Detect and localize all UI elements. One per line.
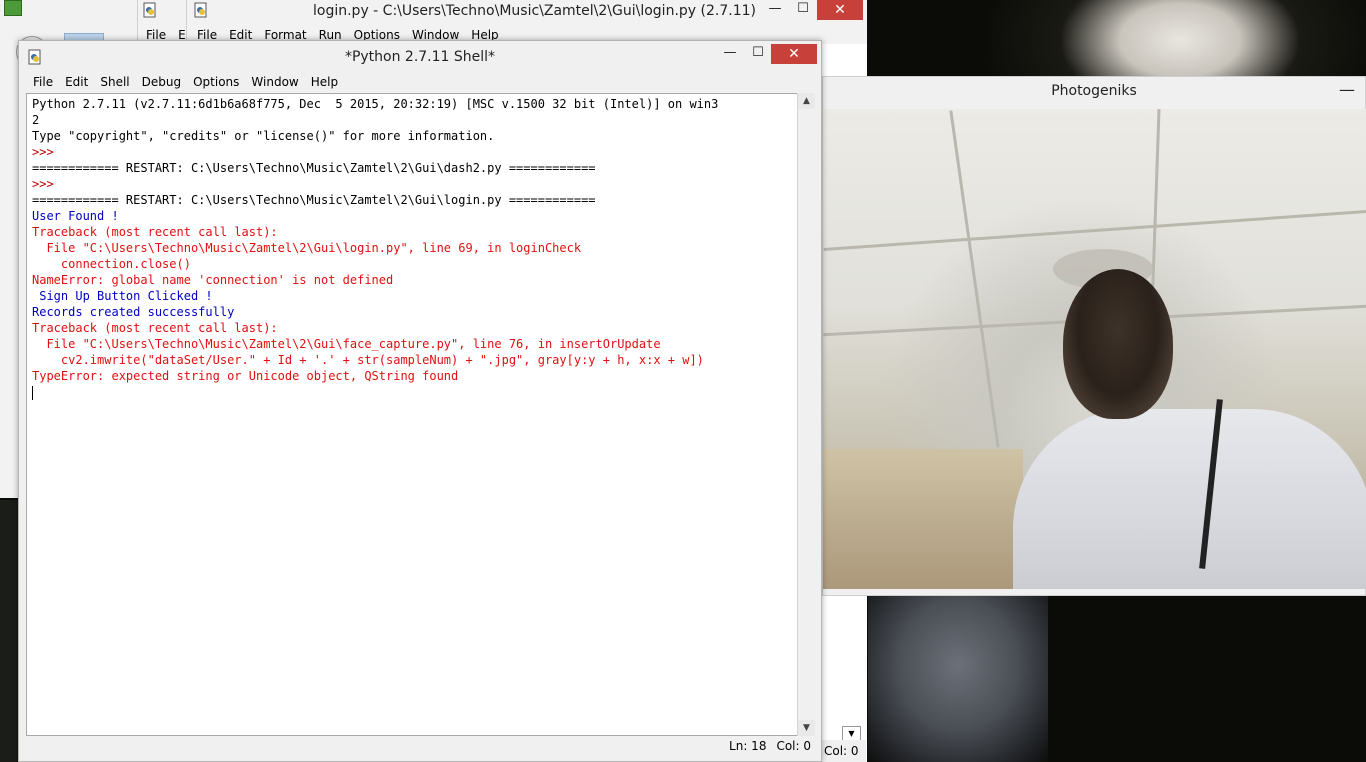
login-status-col: Col: 0 (822, 740, 866, 762)
camera-feed (823, 109, 1366, 589)
shell-line: Python 2.7.11 (v2.7.11:6d1b6a68f775, Dec… (32, 97, 719, 111)
login-window-title: login.py - C:\Users\Techno\Music\Zamtel\… (313, 3, 756, 19)
status-line: Ln: 18 (729, 739, 767, 753)
shell-line: TypeError: expected string or Unicode ob… (32, 369, 459, 383)
close-button[interactable]: ✕ (771, 44, 817, 64)
minimize-button[interactable]: — (1339, 80, 1355, 99)
shell-line: >>> (32, 177, 61, 191)
shell-line: cv2.imwrite("dataSet/User." + Id + '.' +… (32, 353, 704, 367)
shell-line: Traceback (most recent call last): (32, 225, 278, 239)
shell-input-line[interactable] (32, 384, 814, 400)
wall (823, 449, 1023, 589)
status-column: Col: 0 (776, 739, 811, 753)
shell-output-text: Python 2.7.11 (v2.7.11:6d1b6a68f775, Dec… (27, 94, 814, 400)
shell-line: Traceback (most recent call last): (32, 321, 278, 335)
wallpaper-edge (0, 500, 18, 762)
shell-line: >>> (32, 145, 61, 159)
shell-line: NameError: global name 'connection' is n… (32, 273, 394, 287)
vertical-scrollbar[interactable]: ▲ ▼ (797, 93, 815, 736)
minimize-button[interactable]: — (716, 44, 744, 64)
shell-line: connection.close() (32, 257, 191, 271)
menu-file[interactable]: File (27, 72, 59, 92)
python-shell-window[interactable]: *Python 2.7.11 Shell* — ☐ ✕ File Edit Sh… (18, 40, 822, 762)
python-file-icon (142, 2, 158, 18)
shell-titlebar[interactable]: *Python 2.7.11 Shell* — ☐ ✕ (19, 41, 821, 73)
ceiling-grid-line (949, 110, 1000, 448)
maximize-button[interactable]: ☐ (789, 0, 817, 20)
shell-status-bar: Ln: 18 Col: 0 (729, 739, 811, 753)
shell-line: Records created successfully (32, 305, 235, 319)
photogeniks-window[interactable]: Photogeniks — (822, 76, 1366, 596)
wallpaper-rock (868, 595, 1048, 762)
menu-debug[interactable]: Debug (136, 72, 187, 92)
python-file-icon (193, 2, 209, 18)
shell-output-area[interactable]: Python 2.7.11 (v2.7.11:6d1b6a68f775, Dec… (26, 93, 815, 736)
minimize-button[interactable]: — (761, 0, 789, 20)
scroll-up-arrow[interactable]: ▲ (798, 93, 815, 109)
shell-line: File "C:\Users\Techno\Music\Zamtel\2\Gui… (32, 337, 661, 351)
menu-window[interactable]: Window (245, 72, 304, 92)
maximize-button[interactable]: ☐ (744, 44, 772, 64)
shell-line: Type "copyright", "credits" or "license(… (32, 129, 495, 143)
shell-line: ============ RESTART: C:\Users\Techno\Mu… (32, 161, 596, 175)
menu-edit[interactable]: Edit (59, 72, 94, 92)
shell-menu-bar: File Edit Shell Debug Options Window Hel… (27, 72, 344, 92)
app-icon (4, 0, 22, 16)
person-head (1063, 269, 1173, 419)
menu-help[interactable]: Help (305, 72, 344, 92)
person-body (1013, 409, 1366, 589)
close-button[interactable]: ✕ (817, 0, 863, 20)
scroll-down-arrow[interactable]: ▼ (798, 720, 815, 736)
menu-shell[interactable]: Shell (94, 72, 135, 92)
menu-options[interactable]: Options (187, 72, 245, 92)
shell-title: *Python 2.7.11 Shell* (344, 49, 496, 65)
ceiling-grid-line (823, 210, 1366, 251)
text-cursor (32, 385, 33, 400)
shell-line: Sign Up Button Clicked ! (32, 289, 213, 303)
shell-line: User Found ! (32, 209, 119, 223)
shell-line: ============ RESTART: C:\Users\Techno\Mu… (32, 193, 596, 207)
shell-line: 2 (32, 113, 40, 127)
shell-line: File "C:\Users\Techno\Music\Zamtel\2\Gui… (32, 241, 582, 255)
photogeniks-title: Photogeniks (1051, 83, 1137, 99)
